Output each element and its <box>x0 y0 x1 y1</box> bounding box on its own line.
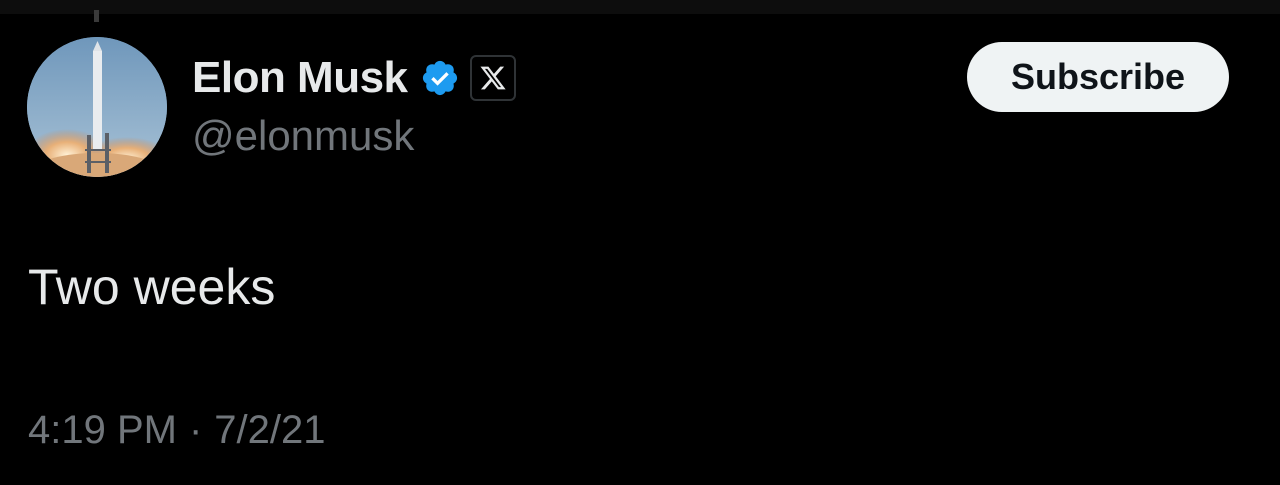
tweet: Elon Musk @elonmusk Subscribe Two weeks … <box>0 0 1280 485</box>
tweet-text: Two weeks <box>28 259 276 315</box>
x-logo-icon[interactable] <box>469 55 516 101</box>
rocket-launch-avatar-image <box>27 37 167 177</box>
tweet-timestamp[interactable]: 4:19 PM · 7/2/21 <box>28 408 326 453</box>
tweet-date: 7/2/21 <box>214 408 326 452</box>
verified-check-icon[interactable] <box>420 58 460 98</box>
separator-dot: · <box>188 408 203 452</box>
tweet-time: 4:19 PM <box>28 408 177 452</box>
author-row: Elon Musk <box>192 50 516 106</box>
avatar[interactable] <box>27 37 167 177</box>
subscribe-button[interactable]: Subscribe <box>967 42 1229 112</box>
display-name[interactable]: Elon Musk <box>192 53 408 103</box>
author-handle[interactable]: @elonmusk <box>192 112 414 160</box>
